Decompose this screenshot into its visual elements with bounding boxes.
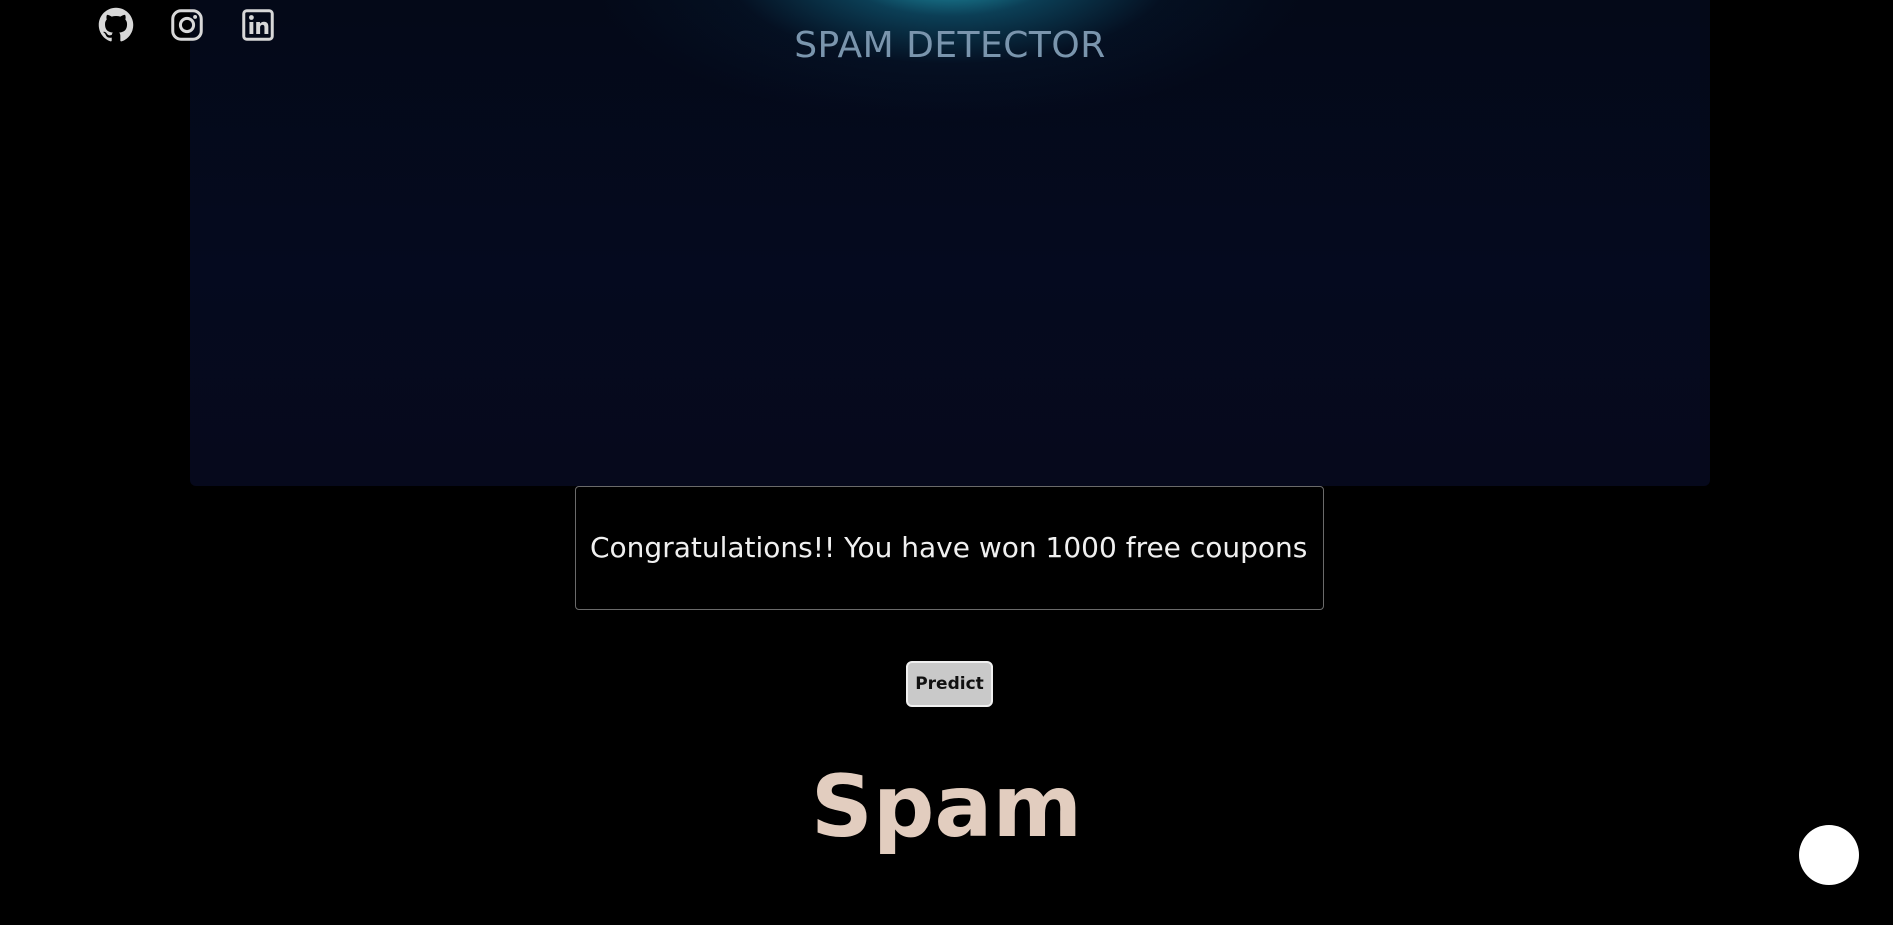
instagram-icon: [171, 9, 203, 41]
hero-banner: SPAM DETECTOR: [190, 0, 1710, 486]
prediction-result: Spam: [810, 757, 1083, 857]
social-links: [98, 7, 276, 43]
predict-button[interactable]: Predict: [906, 661, 993, 707]
chat-bubble-button[interactable]: [1799, 825, 1859, 885]
linkedin-link[interactable]: [240, 7, 276, 43]
github-link[interactable]: [98, 7, 134, 43]
page-title: SPAM DETECTOR: [794, 25, 1106, 66]
page: SPAM DETECTOR Predict Spam: [0, 0, 1893, 925]
linkedin-icon: [242, 9, 274, 41]
github-icon: [98, 7, 134, 42]
message-input[interactable]: [575, 486, 1324, 610]
instagram-link[interactable]: [169, 7, 205, 43]
